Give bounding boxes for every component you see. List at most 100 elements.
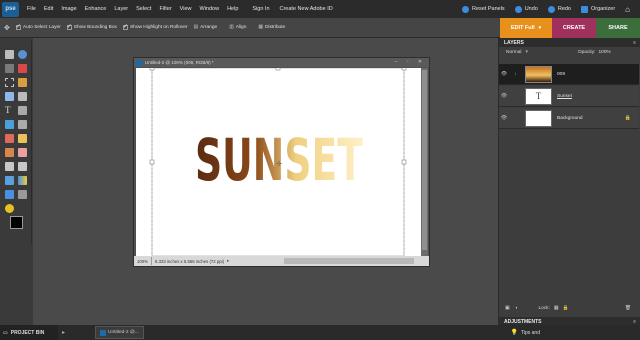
undo-icon xyxy=(514,5,522,13)
lock-all-icon[interactable]: 🔒 xyxy=(562,306,568,311)
redo-button[interactable]: Redo xyxy=(547,5,571,13)
layers-title: LAYERS xyxy=(504,39,524,46)
sunset-headline[interactable]: SUNSET xyxy=(195,126,363,194)
menu-file[interactable]: File xyxy=(27,6,36,12)
document-titlebar[interactable]: Untitled-2 @ 100% (009, RGB/8) * – ▫ ✕ xyxy=(134,58,429,67)
show-highlight-checkbox[interactable]: Show Highlight on Rollover xyxy=(122,23,188,30)
new-layer-icon[interactable]: ▣ xyxy=(505,306,510,311)
sponge-tool-icon[interactable] xyxy=(5,204,14,213)
eye-icon[interactable]: 👁 xyxy=(499,115,509,121)
smart-brush-tool-icon[interactable] xyxy=(18,162,27,171)
divider xyxy=(151,257,152,265)
bottom-bar: ▭ PROJECT BIN ▸ Untitled-2 @... 💡 Tips a… xyxy=(0,325,640,340)
menu-edit[interactable]: Edit xyxy=(44,6,53,12)
status-menu-icon[interactable]: ▸ xyxy=(227,258,229,264)
eyedropper-tool-icon[interactable] xyxy=(18,64,27,73)
organizer-button[interactable]: Organizer xyxy=(581,5,615,13)
layer-thumbnail xyxy=(525,109,552,127)
document-tab[interactable]: Untitled-2 @... xyxy=(95,326,144,339)
bin-menu-icon[interactable]: ▸ xyxy=(62,329,65,336)
layer-name: Background xyxy=(557,115,583,121)
blur-tool-icon[interactable] xyxy=(18,190,27,199)
align-label: Align xyxy=(235,25,247,30)
layer-row-sunset[interactable]: 👁 T Sunset xyxy=(499,86,639,107)
hand-tool-icon[interactable] xyxy=(5,64,14,73)
delete-layer-icon[interactable]: 🗑 xyxy=(625,306,631,311)
svg-text:✛: ✛ xyxy=(276,160,282,168)
paint-bucket-tool-icon[interactable] xyxy=(5,176,14,185)
redo-label: Redo xyxy=(557,6,571,12)
menu-image[interactable]: Image xyxy=(61,6,76,12)
layer-row-009[interactable]: 👁 ↓ 009 xyxy=(499,64,639,85)
window-buttons[interactable]: – ▫ ✕ xyxy=(394,59,426,65)
layers-footer: ▣ ◐ Lock: ▦ 🔒 🗑 xyxy=(499,302,639,314)
brush-tool-icon[interactable] xyxy=(5,162,14,171)
menu-view[interactable]: View xyxy=(180,6,192,12)
auto-select-label: Auto Select Layer xyxy=(22,25,61,30)
scroll-thumb[interactable] xyxy=(422,70,427,250)
eraser-tool-icon[interactable] xyxy=(18,148,27,157)
reset-panels-button[interactable]: Reset Panels xyxy=(461,5,505,13)
distribute-icon: ▦ xyxy=(258,25,263,30)
document-tab-icon xyxy=(100,329,107,336)
type-tool-icon[interactable]: T xyxy=(5,106,14,115)
zoom-level[interactable]: 100% xyxy=(137,259,148,264)
quick-selection-tool-icon[interactable] xyxy=(18,92,27,101)
create-adobe-id-link[interactable]: Create New Adobe ID xyxy=(280,6,333,12)
tips-label[interactable]: Tips and xyxy=(521,330,540,336)
link-icon: ↓ xyxy=(514,71,517,77)
type-layer-thumbnail: T xyxy=(525,87,552,105)
lock-transparency-icon[interactable]: ▦ xyxy=(554,306,559,311)
auto-select-layer-checkbox[interactable]: Auto Select Layer xyxy=(15,23,61,30)
layer-row-background[interactable]: 👁 Background 🔒 xyxy=(499,108,639,129)
opacity-value[interactable]: 100% xyxy=(599,50,611,55)
marquee-tool-icon[interactable] xyxy=(5,78,14,87)
align-button[interactable]: ▥ Align xyxy=(229,25,246,30)
sign-in-link[interactable]: Sign In xyxy=(252,6,269,12)
menu-enhance[interactable]: Enhance xyxy=(85,6,107,12)
blend-mode-select[interactable]: Normal xyxy=(506,50,521,55)
adjustment-layer-icon[interactable]: ◐ xyxy=(516,306,519,311)
horizontal-scrollbar[interactable] xyxy=(284,258,414,264)
red-eye-tool-icon[interactable] xyxy=(5,134,14,143)
tab-edit-full[interactable]: EDIT Full ▾ xyxy=(500,18,552,38)
gradient-tool-icon[interactable] xyxy=(18,176,27,185)
align-icon: ▥ xyxy=(229,25,234,30)
zoom-tool-icon[interactable] xyxy=(18,50,27,59)
menu-filter[interactable]: Filter xyxy=(159,6,171,12)
move-tool-icon[interactable] xyxy=(5,50,14,59)
panel-menu-icon[interactable]: ≡ xyxy=(633,319,636,325)
magic-wand-tool-icon[interactable] xyxy=(5,92,14,101)
lasso-tool-icon[interactable] xyxy=(18,78,27,87)
menu-help[interactable]: Help xyxy=(227,6,238,12)
healing-brush-tool-icon[interactable] xyxy=(18,134,27,143)
tab-create[interactable]: CREATE xyxy=(552,18,596,38)
shape-tool-icon[interactable] xyxy=(5,190,14,199)
undo-button[interactable]: Undo xyxy=(514,5,538,13)
layers-panel-header[interactable]: LAYERS ≡ xyxy=(499,38,640,47)
clone-stamp-tool-icon[interactable] xyxy=(5,148,14,157)
document-window: Untitled-2 @ 100% (009, RGB/8) * – ▫ ✕ S… xyxy=(133,57,430,267)
vertical-scrollbar[interactable] xyxy=(421,68,428,256)
lock-icon: 🔒 xyxy=(624,115,631,121)
cookie-cutter-tool-icon[interactable] xyxy=(5,120,14,129)
arrange-button[interactable]: ▤ Arrange xyxy=(194,25,218,30)
project-bin-tab[interactable]: ▭ PROJECT BIN xyxy=(0,325,58,340)
document-status-bar: 100% 8.333 inches x 5.556 inches (72 ppi… xyxy=(134,256,429,266)
eye-icon[interactable]: 👁 xyxy=(499,93,509,99)
menu-select[interactable]: Select xyxy=(136,6,151,12)
straighten-tool-icon[interactable] xyxy=(18,120,27,129)
show-bounding-box-checkbox[interactable]: Show Bounding Box xyxy=(66,23,117,30)
menu-window[interactable]: Window xyxy=(200,6,220,12)
menu-layer[interactable]: Layer xyxy=(114,6,128,12)
eye-icon[interactable]: 👁 xyxy=(499,71,509,77)
artboard[interactable]: SUNSET ✛ xyxy=(136,65,422,257)
project-bin-icon: ▭ xyxy=(3,329,8,336)
distribute-button[interactable]: ▦ Distribute xyxy=(258,25,285,30)
foreground-color-swatch[interactable] xyxy=(10,216,23,229)
tab-share[interactable]: SHARE xyxy=(596,18,640,38)
crop-tool-icon[interactable] xyxy=(18,106,27,115)
artboard-svg: SUNSET ✛ xyxy=(149,65,407,257)
home-button[interactable]: ⌂ xyxy=(625,5,630,14)
panel-menu-icon[interactable]: ≡ xyxy=(633,40,636,46)
